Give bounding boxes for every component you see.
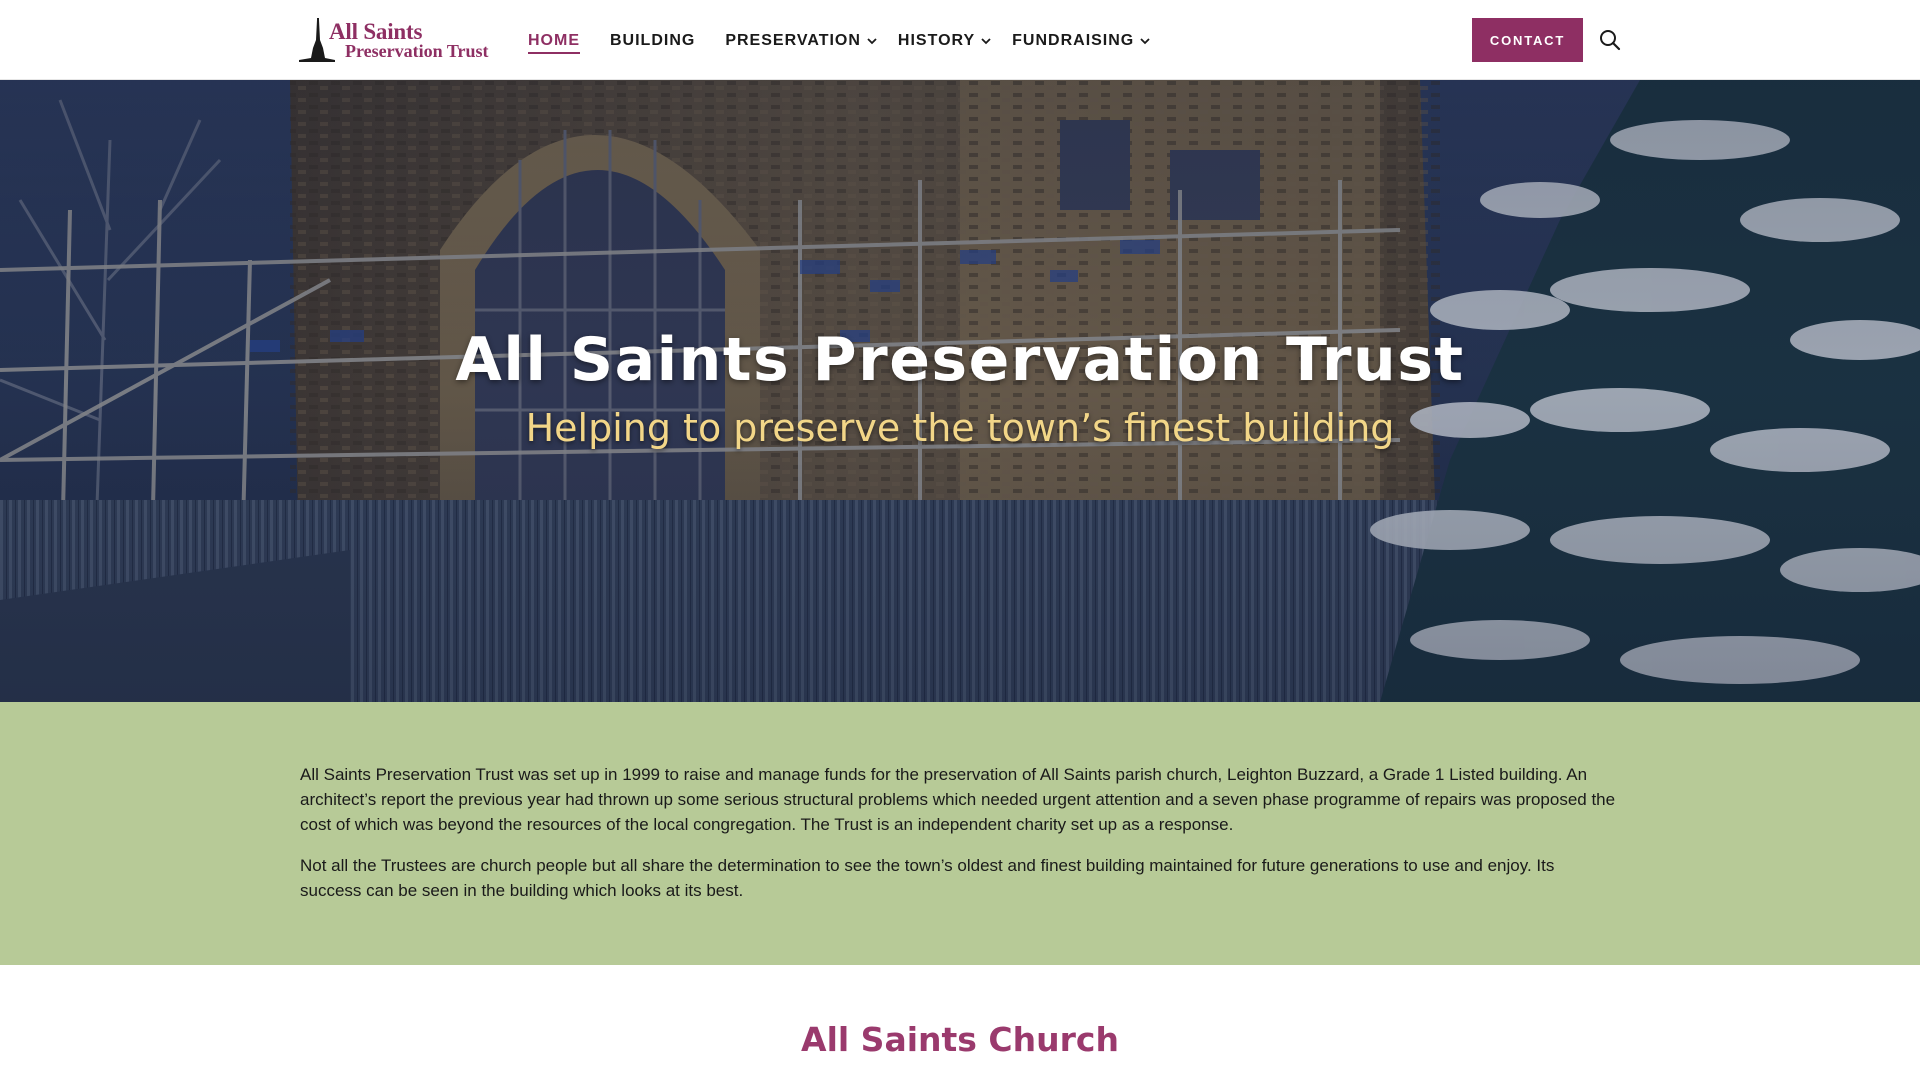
hero-subtitle: Helping to preserve the town’s finest bu… — [525, 406, 1395, 450]
intro-paragraph: All Saints Preservation Trust was set up… — [300, 765, 1616, 834]
nav-item-label: PRESERVATION — [725, 32, 861, 49]
nav-item-preservation[interactable]: PRESERVATION — [725, 29, 878, 53]
search-icon — [1600, 30, 1621, 51]
nav-item-building[interactable]: BUILDING — [610, 29, 695, 53]
nav-item-label: HISTORY — [897, 32, 976, 49]
nav-item-label: FUNDRAISING — [1012, 32, 1135, 49]
chevron-down-icon — [867, 38, 877, 45]
site-header: All Saints Preservation Trust HOME BUILD… — [0, 0, 1920, 80]
chevron-down-icon — [1140, 38, 1150, 45]
intro-text: All Saints Preservation Trust was set up… — [300, 762, 1620, 919]
nav-item-label: BUILDING — [610, 32, 696, 49]
church-section-heading: All Saints Church — [801, 1020, 1119, 1059]
hero-title: All Saints Preservation Trust — [455, 325, 1465, 395]
nav-item-history[interactable]: HISTORY — [898, 29, 992, 53]
contact-button[interactable]: CONTACT — [1472, 18, 1583, 62]
nav-item-label: HOME — [528, 32, 580, 54]
search-button[interactable] — [1598, 28, 1622, 52]
intro-section: All Saints Preservation Trust was set up… — [0, 702, 1920, 965]
nav-item-home[interactable]: HOME — [528, 29, 580, 54]
site-logo[interactable]: All Saints Preservation Trust — [299, 18, 499, 62]
intro-paragraph: Not all the Trustees are church people b… — [300, 856, 1555, 900]
hero-banner: All Saints Preservation Trust Helping to… — [0, 80, 1920, 702]
logo-line-2: Preservation Trust — [345, 41, 489, 61]
nav-item-fundraising[interactable]: FUNDRAISING — [1012, 29, 1151, 53]
main-navigation: HOME BUILDING PRESERVATION HISTORY FUNDR… — [528, 29, 1151, 54]
chevron-down-icon — [981, 38, 991, 45]
